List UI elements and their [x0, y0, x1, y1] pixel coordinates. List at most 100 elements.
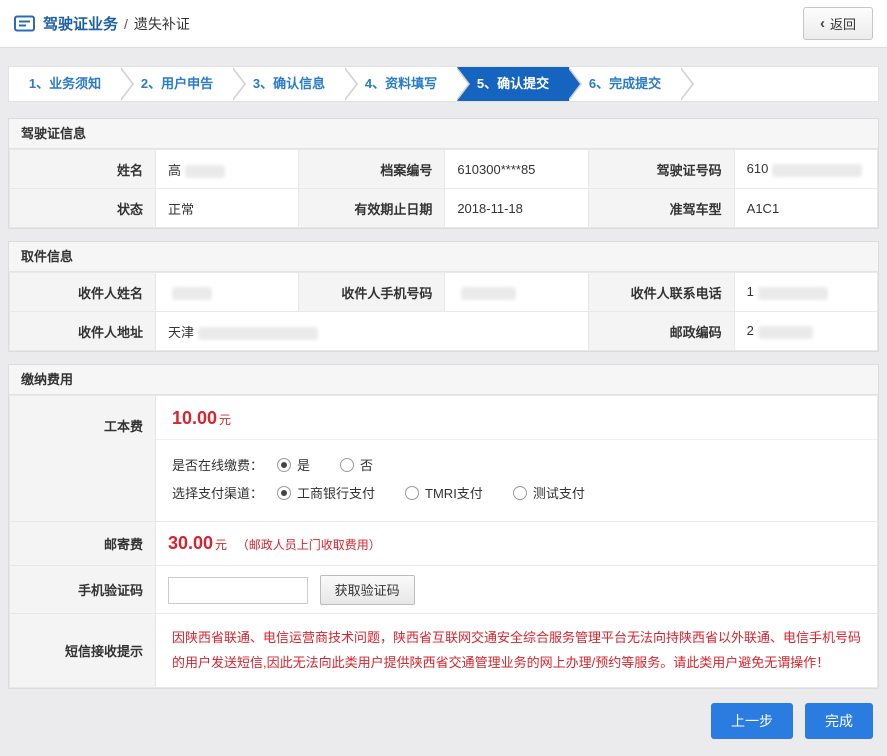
radio-channel-icbc-label: 工商银行支付	[297, 483, 375, 502]
redacted-blur	[772, 164, 862, 177]
back-label: 返回	[830, 14, 856, 33]
mailing-fee-value: 30.00元 （邮政人员上门收取费用）	[156, 522, 878, 566]
radio-online-no-label: 否	[360, 455, 373, 474]
header: 驾驶证业务 / 遗失补证 ‹ 返回	[0, 0, 887, 48]
mailing-fee-note: （邮政人员上门收取费用）	[237, 538, 381, 552]
get-code-button[interactable]: 获取验证码	[320, 575, 415, 605]
file-no-value: 610300****85	[445, 150, 588, 189]
production-fee-amount-line: 10.00元	[156, 396, 877, 440]
production-fee-value: 10.00元 是否在线缴费： 是 否	[156, 396, 878, 522]
mailing-fee-amount: 30.00	[168, 533, 213, 553]
expiry-value: 2018-11-18	[445, 189, 588, 228]
sms-code-cell: 获取验证码	[156, 566, 878, 614]
radio-checked-icon	[277, 486, 291, 500]
back-chevron-icon: ‹	[820, 16, 825, 31]
recipient-mobile-value	[445, 273, 588, 312]
redacted-blur	[758, 287, 828, 300]
redacted-blur	[172, 287, 212, 300]
payment-options: 是否在线缴费： 是 否 选择支付渠道：	[156, 440, 877, 521]
recipient-mobile-label: 收件人手机号码	[299, 273, 445, 312]
breadcrumb: 驾驶证业务 / 遗失补证	[14, 13, 190, 34]
prev-step-button[interactable]: 上一步	[711, 703, 793, 739]
license-info-panel: 驾驶证信息 姓名 高 档案编号 610300****85 驾驶证号码 610 状…	[8, 118, 879, 229]
radio-online-no[interactable]: 否	[340, 455, 373, 474]
recipient-address-label: 收件人地址	[10, 312, 156, 351]
license-no-label: 驾驶证号码	[588, 150, 734, 189]
production-fee-row: 工本费 10.00元 是否在线缴费： 是 否	[10, 396, 878, 522]
redacted-blur	[758, 326, 813, 339]
production-fee-amount: 10.00	[172, 408, 217, 428]
footer-actions: 上一步 完成	[8, 703, 873, 739]
table-row: 姓名 高 档案编号 610300****85 驾驶证号码 610	[10, 150, 878, 189]
channel-question-row: 选择支付渠道： 工商银行支付 TMRI支付 测试支付	[172, 483, 861, 502]
online-pay-question-row: 是否在线缴费： 是 否	[172, 455, 861, 474]
redacted-blur	[185, 165, 225, 178]
name-value: 高	[156, 150, 299, 189]
status-value: 正常	[156, 189, 299, 228]
payment-panel: 缴纳费用 工本费 10.00元 是否在线缴费： 是	[8, 364, 879, 689]
sms-notice-label: 短信接收提示	[10, 614, 156, 688]
license-service-icon	[14, 15, 35, 32]
license-info-table: 姓名 高 档案编号 610300****85 驾驶证号码 610 状态 正常 有…	[9, 149, 878, 228]
step-4-fill-data[interactable]: 4、资料填写	[345, 67, 457, 101]
back-button[interactable]: ‹ 返回	[803, 7, 873, 40]
radio-online-yes[interactable]: 是	[277, 455, 310, 474]
online-pay-question: 是否在线缴费：	[172, 455, 263, 474]
status-label: 状态	[10, 189, 156, 228]
table-row: 收件人地址 天津 邮政编码 2	[10, 312, 878, 351]
mailing-fee-unit: 元	[215, 538, 227, 552]
radio-channel-test[interactable]: 测试支付	[513, 483, 585, 502]
license-no-value: 610	[734, 150, 877, 189]
steps-nav: 1、业务须知 2、用户申告 3、确认信息 4、资料填写 5、确认提交 6、完成提…	[8, 66, 879, 102]
recipient-phone-label: 收件人联系电话	[588, 273, 734, 312]
radio-channel-test-label: 测试支付	[533, 483, 585, 502]
step-2-user-declaration[interactable]: 2、用户申告	[121, 67, 233, 101]
step-3-confirm-info[interactable]: 3、确认信息	[233, 67, 345, 101]
redacted-blur	[461, 287, 516, 300]
postal-code-label: 邮政编码	[588, 312, 734, 351]
pickup-info-title: 取件信息	[9, 242, 878, 272]
step-5-confirm-submit[interactable]: 5、确认提交	[457, 67, 569, 101]
payment-title: 缴纳费用	[9, 365, 878, 395]
radio-channel-tmri-label: TMRI支付	[425, 483, 483, 502]
breadcrumb-separator: /	[124, 16, 128, 32]
vehicle-type-label: 准驾车型	[588, 189, 734, 228]
recipient-phone-value: 1	[734, 273, 877, 312]
table-row: 状态 正常 有效期止日期 2018-11-18 准驾车型 A1C1	[10, 189, 878, 228]
step-1-business-notes[interactable]: 1、业务须知	[9, 67, 121, 101]
postal-code-value: 2	[734, 312, 877, 351]
vehicle-type-value: A1C1	[734, 189, 877, 228]
mailing-fee-label: 邮寄费	[10, 522, 156, 566]
mailing-fee-row: 邮寄费 30.00元 （邮政人员上门收取费用）	[10, 522, 878, 566]
recipient-address-value: 天津	[156, 312, 589, 351]
radio-checked-icon	[277, 458, 291, 472]
pickup-info-table: 收件人姓名 收件人手机号码 收件人联系电话 1 收件人地址 天津 邮政编码 2	[9, 272, 878, 351]
name-label: 姓名	[10, 150, 156, 189]
production-fee-label: 工本费	[10, 396, 156, 522]
radio-channel-tmri[interactable]: TMRI支付	[405, 483, 483, 502]
recipient-name-label: 收件人姓名	[10, 273, 156, 312]
channel-question: 选择支付渠道：	[172, 483, 263, 502]
radio-unchecked-icon	[513, 486, 527, 500]
sms-notice-row: 短信接收提示 因陕西省联通、电信运营商技术问题，陕西省互联网交通安全综合服务管理…	[10, 614, 878, 688]
sms-code-row: 手机验证码 获取验证码	[10, 566, 878, 614]
step-6-complete-submit[interactable]: 6、完成提交	[569, 67, 681, 101]
radio-channel-icbc[interactable]: 工商银行支付	[277, 483, 375, 502]
pickup-info-panel: 取件信息 收件人姓名 收件人手机号码 收件人联系电话 1 收件人地址 天津 邮政…	[8, 241, 879, 352]
finish-button[interactable]: 完成	[805, 703, 873, 739]
radio-online-yes-label: 是	[297, 455, 310, 474]
expiry-label: 有效期止日期	[299, 189, 445, 228]
sms-notice-text: 因陕西省联通、电信运营商技术问题，陕西省互联网交通安全综合服务管理平台无法向持陕…	[156, 614, 878, 688]
radio-unchecked-icon	[340, 458, 354, 472]
radio-unchecked-icon	[405, 486, 419, 500]
license-info-title: 驾驶证信息	[9, 119, 878, 149]
recipient-name-value	[156, 273, 299, 312]
table-row: 收件人姓名 收件人手机号码 收件人联系电话 1	[10, 273, 878, 312]
redacted-blur	[198, 327, 318, 340]
sms-code-label: 手机验证码	[10, 566, 156, 614]
payment-table: 工本费 10.00元 是否在线缴费： 是 否	[9, 395, 878, 688]
file-no-label: 档案编号	[299, 150, 445, 189]
page-title: 驾驶证业务	[43, 13, 118, 34]
breadcrumb-current: 遗失补证	[134, 14, 190, 34]
sms-code-input[interactable]	[168, 577, 308, 604]
